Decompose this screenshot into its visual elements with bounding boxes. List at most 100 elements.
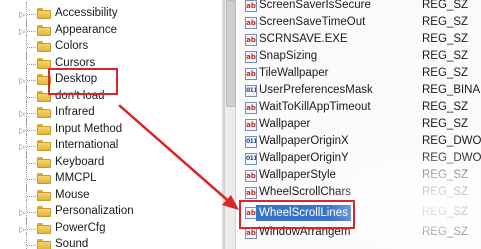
string-value-icon: ab xyxy=(245,187,257,199)
value-row[interactable]: ab WallpaperStyle REG_SZ xyxy=(237,168,481,184)
value-row[interactable]: ab ScreenSaverIsSecure REG_SZ xyxy=(237,0,481,14)
folder-icon xyxy=(37,206,51,217)
string-value-icon: ab xyxy=(245,0,257,12)
tree-branch-line xyxy=(27,163,36,164)
value-name: Wallpaper xyxy=(259,118,311,130)
tree-item-label: PowerCfg xyxy=(55,222,106,234)
desktop-highlight-box xyxy=(48,68,118,95)
expand-arrow-icon[interactable]: ▷ xyxy=(19,109,25,118)
expand-arrow-icon[interactable]: ▷ xyxy=(19,225,25,234)
string-value-icon: ab xyxy=(245,170,257,182)
value-type: REG_SZ xyxy=(422,226,469,238)
tree-branch-line xyxy=(27,14,36,15)
tree-item-label: Appearance xyxy=(55,24,118,36)
folder-icon xyxy=(37,190,51,201)
tree-item-input-method[interactable]: ▷ Input Method xyxy=(0,118,222,142)
tree-line xyxy=(26,233,28,249)
value-row[interactable]: ab SCRNSAVE.EXE REG_SZ xyxy=(237,32,481,48)
tree-item-label: Keyboard xyxy=(55,156,105,168)
tree-scrollbar[interactable] xyxy=(224,0,236,249)
value-row[interactable]: 011 WallpaperOriginX REG_DWO xyxy=(237,134,481,150)
expand-arrow-icon[interactable]: ▷ xyxy=(19,142,25,151)
string-value-icon: ab xyxy=(245,68,257,80)
value-row[interactable]: ab WaitToKillAppTimeout REG_SZ xyxy=(237,100,481,116)
tree-item-mouse[interactable]: Mouse xyxy=(0,184,222,208)
folder-icon xyxy=(37,223,51,234)
value-row[interactable]: 011 UserPreferencesMask REG_BINA xyxy=(237,83,481,99)
tree-item-keyboard[interactable]: Keyboard xyxy=(0,151,222,175)
value-row[interactable]: ab WheelScrollChars REG_SZ xyxy=(237,185,481,201)
tree-branch-line xyxy=(27,245,36,246)
tree-branch-line xyxy=(27,80,36,81)
tree-branch-line xyxy=(27,229,36,230)
tree-item-international[interactable]: ▷ International xyxy=(0,134,222,158)
value-type: REG_BINA xyxy=(422,84,481,96)
tree-item-colors[interactable]: Colors xyxy=(0,35,222,59)
folder-icon xyxy=(37,25,51,36)
tree-branch-line xyxy=(27,97,36,98)
value-row[interactable]: ab ScreenSaveTimeOut REG_SZ xyxy=(237,15,481,31)
tree-item-label: Personalization xyxy=(55,205,134,217)
scrollbar-thumb[interactable] xyxy=(226,0,236,107)
string-value-icon: ab xyxy=(245,51,257,63)
tree-item-sound[interactable]: Sound xyxy=(0,233,222,249)
tree-branch-line xyxy=(27,113,36,114)
value-type: REG_SZ xyxy=(422,16,469,28)
expand-arrow-icon[interactable]: ▷ xyxy=(19,27,25,36)
expand-arrow-icon[interactable]: ▷ xyxy=(19,10,25,19)
tree-item-label: Input Method xyxy=(55,123,123,135)
value-type: REG_SZ xyxy=(422,206,469,218)
value-row[interactable]: 011 WallpaperOriginY REG_DWO xyxy=(237,151,481,167)
value-type: REG_DWO xyxy=(422,152,481,164)
value-row[interactable]: ab TileWallpaper REG_SZ xyxy=(237,66,481,82)
folder-icon xyxy=(37,107,51,118)
value-name: WheelScrollChars xyxy=(259,186,352,198)
expand-arrow-icon[interactable]: ▷ xyxy=(19,208,25,217)
folder-icon xyxy=(37,124,51,135)
tree-item-infrared[interactable]: ▷ Infrared xyxy=(0,101,222,125)
value-name: WallpaperStyle xyxy=(259,169,336,181)
tree-branch-line xyxy=(27,196,36,197)
tree-item-accessibility[interactable]: ▷ Accessibility xyxy=(0,2,222,26)
value-name: WallpaperOriginY xyxy=(259,152,349,164)
value-name: WallpaperOriginX xyxy=(259,135,349,147)
tree-item-personalization[interactable]: ▷ Personalization xyxy=(0,200,222,224)
value-type: REG_SZ xyxy=(422,101,469,113)
tree-item-label: Infrared xyxy=(55,106,95,118)
registry-key-tree[interactable]: ▷ Accessibility ▷ Appearance Colors Curs… xyxy=(0,0,222,249)
dword-value-icon: 011 xyxy=(245,136,257,148)
folder-icon xyxy=(37,239,51,249)
value-name: UserPreferencesMask xyxy=(259,84,373,96)
value-name: SnapSizing xyxy=(259,50,318,62)
folder-icon xyxy=(37,173,51,184)
tree-branch-line xyxy=(27,146,36,147)
string-value-icon: ab xyxy=(245,34,257,46)
value-type: REG_SZ xyxy=(422,67,469,79)
string-value-icon: ab xyxy=(245,119,257,131)
tree-branch-line xyxy=(27,212,36,213)
value-type: REG_SZ xyxy=(422,33,469,45)
tree-branch-line xyxy=(27,179,36,180)
tree-item-label: Colors xyxy=(55,40,89,52)
tree-branch-line xyxy=(27,130,36,131)
tree-item-label: International xyxy=(55,139,119,151)
wheelscrolllines-highlight-box xyxy=(239,200,355,229)
dword-value-icon: 011 xyxy=(245,153,257,165)
binary-value-icon: 011 xyxy=(245,85,257,97)
tree-item-powercfg[interactable]: ▷ PowerCfg xyxy=(0,217,222,241)
expand-arrow-icon[interactable]: ▷ xyxy=(19,76,25,85)
tree-item-appearance[interactable]: ▷ Appearance xyxy=(0,19,222,43)
folder-icon xyxy=(37,8,51,19)
tree-item-mmcpl[interactable]: MMCPL xyxy=(0,167,222,191)
value-type: REG_SZ xyxy=(422,169,469,181)
value-type: REG_SZ xyxy=(422,0,469,11)
tree-item-label: Sound xyxy=(55,238,89,249)
tree-item-label: MMCPL xyxy=(55,172,97,184)
string-value-icon: ab xyxy=(245,102,257,114)
folder-icon xyxy=(37,157,51,168)
value-name: ScreenSaveTimeOut xyxy=(259,16,366,28)
value-row[interactable]: ab Wallpaper REG_SZ xyxy=(237,117,481,133)
tree-item-label: Accessibility xyxy=(55,7,118,19)
expand-arrow-icon[interactable]: ▷ xyxy=(19,126,25,135)
value-row[interactable]: ab SnapSizing REG_SZ xyxy=(237,49,481,65)
